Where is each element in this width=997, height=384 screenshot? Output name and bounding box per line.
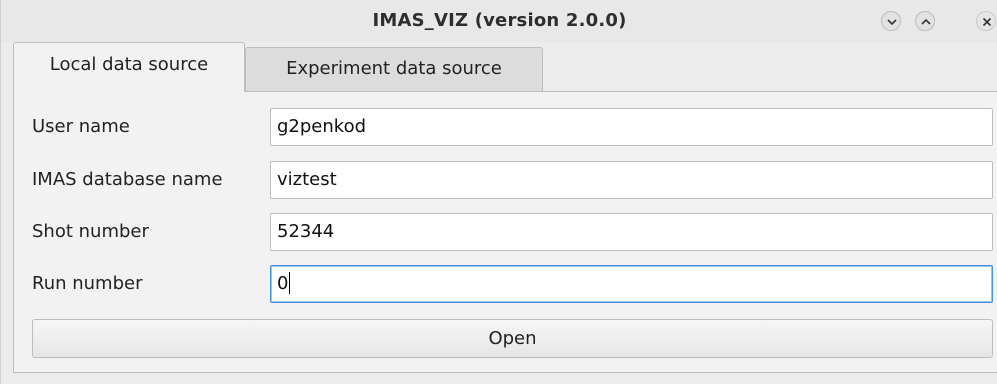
maximize-button[interactable]	[915, 11, 935, 31]
local-data-source-panel: User name g2penkod IMAS database name vi…	[13, 91, 997, 373]
chevron-down-icon	[887, 19, 897, 26]
shot-number-label: Shot number	[32, 221, 149, 242]
title-bar[interactable]: IMAS_VIZ (version 2.0.0)	[1, 0, 997, 42]
run-number-label: Run number	[32, 273, 143, 294]
imas-database-name-label: IMAS database name	[32, 169, 223, 190]
minimize-button[interactable]	[881, 11, 901, 31]
tab-bar: Local data source Experiment data source	[1, 42, 997, 92]
close-icon	[982, 17, 992, 27]
run-number-field[interactable]: 0	[270, 265, 993, 303]
tab-experiment-data-source[interactable]: Experiment data source	[245, 47, 543, 92]
imas-database-name-field[interactable]: viztest	[270, 161, 993, 199]
tab-local-data-source[interactable]: Local data source	[13, 42, 245, 92]
shot-number-field[interactable]: 52344	[270, 213, 993, 251]
user-name-label: User name	[32, 116, 130, 137]
close-button[interactable]	[976, 11, 996, 31]
user-name-field[interactable]: g2penkod	[270, 108, 993, 146]
run-number-value: 0	[277, 273, 289, 294]
chevron-up-icon	[921, 18, 931, 25]
window-title: IMAS_VIZ (version 2.0.0)	[372, 10, 627, 31]
open-button[interactable]: Open	[32, 319, 993, 358]
app-window: IMAS_VIZ (version 2.0.0) Local data sour…	[0, 0, 997, 384]
text-caret	[289, 271, 291, 294]
